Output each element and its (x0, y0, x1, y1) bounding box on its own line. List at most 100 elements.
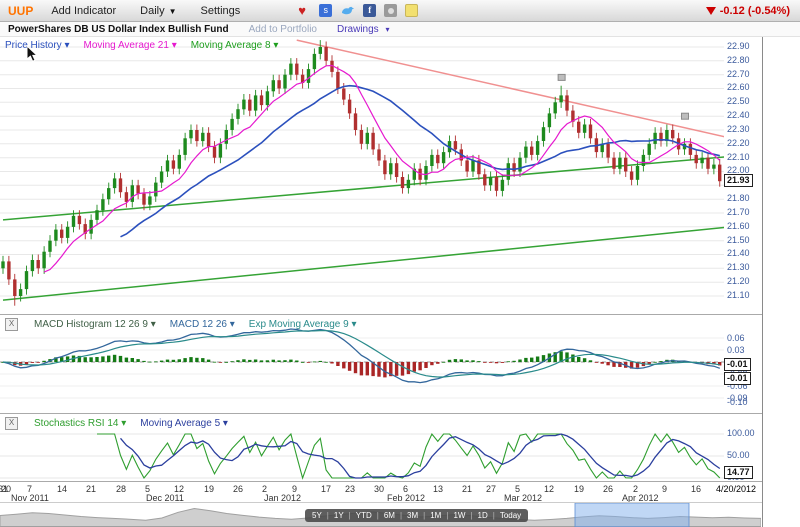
drawings-label: Drawings (337, 24, 379, 35)
price-legend-item-0[interactable]: Price History ▾ (5, 40, 69, 51)
macd-axis: 0.060.030.00-0.03-0.06-0.09-0.01-0.01-0.… (724, 315, 761, 413)
settings-button[interactable]: Settings (201, 5, 241, 17)
xaxis-day-label: 19 (204, 484, 214, 494)
chart-annotation-marker[interactable] (682, 113, 689, 119)
range-button-1w[interactable]: 1W (453, 511, 465, 520)
price-axis-tick: 22.80 (727, 55, 750, 65)
price-legend: Price History ▾ Moving Average 21 ▾ Moving… (5, 40, 278, 51)
xaxis-day-label: 12 (544, 484, 554, 494)
price-panel: 22.9022.8022.7022.6022.5022.4022.3022.20… (0, 37, 762, 314)
price-axis-tick: 21.80 (727, 193, 750, 203)
range-separator: | (349, 511, 351, 520)
price-chart-plot[interactable] (0, 37, 724, 314)
stoch-gridlines (0, 434, 724, 478)
price-axis-tick: 22.40 (727, 110, 750, 120)
range-separator: | (446, 511, 448, 520)
price-axis-tick: 22.10 (727, 152, 750, 162)
price-legend-item-2[interactable]: Moving Average 8 ▾ (191, 40, 279, 51)
xaxis-day-label: 19 (574, 484, 584, 494)
xaxis-day-label: 17 (321, 484, 331, 494)
range-button-3m[interactable]: 3M (407, 511, 418, 520)
drawings-menu[interactable]: Drawings ▾ (337, 24, 389, 35)
range-navigator[interactable]: 5Y|1Y|YTD|6M|3M|1M|1W|1D|Today (0, 502, 762, 527)
xaxis-day-label: 30 (374, 484, 384, 494)
range-separator: | (400, 511, 402, 520)
stoch-value-badge: 14.77 (724, 466, 753, 479)
quote-change-value: -0.12 (-0.54%) (720, 5, 790, 17)
range-button-today[interactable]: Today (500, 511, 521, 520)
navigator-selection[interactable] (575, 503, 689, 527)
xaxis-day-label: 27 (486, 484, 496, 494)
xaxis-day-label: 21 (86, 484, 96, 494)
share-icon[interactable]: s (319, 4, 332, 17)
macd-close-button[interactable]: X (5, 318, 18, 331)
favorite-icon[interactable]: ♥ (298, 4, 311, 17)
range-button-ytd[interactable]: YTD (356, 511, 372, 520)
macd-value-label: -0.10 (727, 397, 748, 407)
macd-legend-item-2[interactable]: Exp Moving Average 9 ▾ (249, 319, 357, 330)
facebook-icon[interactable]: f (363, 4, 376, 17)
xaxis-day-label: 28 (116, 484, 126, 494)
add-to-portfolio-button[interactable]: Add to Portfolio (249, 24, 317, 35)
add-indicator-button[interactable]: Add Indicator (51, 5, 116, 17)
macd-value-badge-1: -0.01 (724, 372, 751, 385)
last-price-badge: 21.93 (724, 174, 753, 187)
xaxis-day-label: 23 (345, 484, 355, 494)
price-axis-tick: 21.40 (727, 248, 750, 258)
range-button-1m[interactable]: 1M (430, 511, 441, 520)
trendline-descending-resistance (297, 40, 724, 138)
snapshot-icon[interactable] (384, 4, 397, 17)
xaxis-day-label: 31 (0, 484, 8, 494)
timeframe-dropdown[interactable]: Daily▼ (140, 5, 176, 17)
range-button-5y[interactable]: 5Y (312, 511, 322, 520)
stochastics-axis: 100.0050.000.0014.77 (724, 414, 761, 481)
macd-legend-item-0[interactable]: MACD Histogram 12 26 9 ▾ (34, 319, 156, 330)
xaxis-day-label: 21 (462, 484, 472, 494)
price-axis-tick: 22.60 (727, 82, 750, 92)
price-axis-tick: 21.50 (727, 235, 750, 245)
range-separator: | (327, 511, 329, 520)
down-arrow-icon (706, 7, 716, 15)
price-axis-tick: 21.70 (727, 207, 750, 217)
macd-legend-item-1[interactable]: MACD 12 26 ▾ (170, 319, 235, 330)
range-button-bar: 5Y|1Y|YTD|6M|3M|1M|1W|1D|Today (305, 509, 528, 522)
price-axis-tick: 21.10 (727, 290, 750, 300)
quote-change: -0.12 (-0.54%) (706, 5, 792, 17)
macd-value-badge-0: -0.01 (724, 358, 751, 371)
range-separator: | (377, 511, 379, 520)
macd-axis-tick: 0.06 (727, 333, 745, 343)
stochastics-panel: 100.0050.000.0014.77 X Stochastics RSI 1… (0, 413, 762, 481)
price-axis-tick: 22.70 (727, 69, 750, 79)
stochastics-legend: X Stochastics RSI 14 ▾ Moving Average 5 ▾ (5, 417, 228, 430)
xaxis-day-label: 26 (603, 484, 613, 494)
price-axis-tick: 21.20 (727, 276, 750, 286)
trendlines[interactable] (3, 40, 724, 300)
time-axis: 20 4/20/2012 317142128512192629172330613… (0, 481, 762, 502)
stochastics-close-button[interactable]: X (5, 417, 18, 430)
macd-panel: 0.060.030.00-0.03-0.06-0.09-0.01-0.01-0.… (0, 314, 762, 413)
stoch-legend-item-0[interactable]: Stochastics RSI 14 ▾ (34, 418, 126, 429)
price-axis: 22.9022.8022.7022.6022.5022.4022.3022.20… (724, 37, 761, 314)
symbol-label[interactable]: UUP (8, 4, 33, 18)
xaxis-day-label: 13 (433, 484, 443, 494)
xaxis-day-label: 16 (691, 484, 701, 494)
chevron-down-icon: ▼ (169, 7, 177, 16)
chevron-down-icon: ▾ (385, 25, 389, 34)
twitter-icon[interactable] (340, 4, 355, 17)
range-button-1y[interactable]: 1Y (334, 511, 344, 520)
moving-average-21-line[interactable] (121, 86, 720, 237)
stoch-legend-item-1[interactable]: Moving Average 5 ▾ (140, 418, 228, 429)
stoch-axis-tick: 50.00 (727, 450, 750, 460)
fund-name: PowerShares DB US Dollar Index Bullish F… (8, 24, 229, 35)
chart-area: 22.9022.8022.7022.6022.5022.4022.3022.20… (0, 37, 763, 527)
xaxis-day-label: 9 (662, 484, 667, 494)
price-legend-item-1[interactable]: Moving Average 21 ▾ (83, 40, 176, 51)
range-separator: | (470, 511, 472, 520)
price-gridlines (0, 47, 724, 296)
notes-icon[interactable] (405, 4, 418, 17)
range-button-1d[interactable]: 1D (478, 511, 488, 520)
range-button-6m[interactable]: 6M (384, 511, 395, 520)
toolbar-icons: ♥ s f (298, 4, 418, 17)
symbol-subbar: PowerShares DB US Dollar Index Bullish F… (0, 22, 800, 37)
chart-annotation-marker[interactable] (558, 74, 565, 80)
